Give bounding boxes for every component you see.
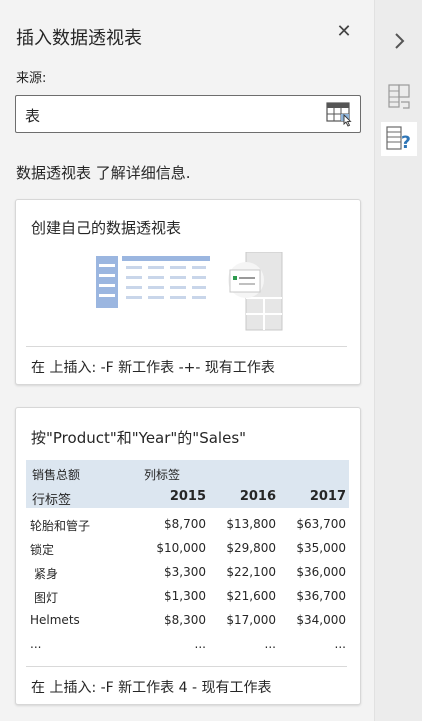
learn-more-link[interactable]: 数据透视表 了解详细信息. [16, 162, 191, 183]
table-row: Helmets $8,300 $17,000 $34,000 [26, 608, 349, 632]
ellipsis: ... [334, 637, 346, 651]
row-label: 锁定 [30, 543, 55, 557]
ellipsis-row: ... ... ... ... [26, 632, 349, 656]
cell-value: $1,300 [164, 589, 206, 603]
value-field-label: 销售总额 [32, 468, 81, 482]
pivot-fields-icon[interactable] [381, 80, 417, 114]
cell-value: $3,300 [164, 565, 206, 579]
pane-title: 插入数据透视表 [16, 28, 142, 49]
table-row: 紧身 $3,300 $22,100 $36,000 [26, 560, 349, 584]
table-row: 图灯 $1,300 $21,600 $36,700 [26, 584, 349, 608]
select-range-icon[interactable] [326, 101, 354, 127]
year-header: 2016 [239, 489, 276, 504]
pivot-illustration-icon [96, 251, 286, 338]
row-label: Helmets [30, 613, 80, 627]
cell-value: $36,000 [296, 565, 346, 579]
pivot-header: 销售总额 列标签 行标签 2015 2016 2017 [26, 460, 349, 508]
cell-value: $10,000 [156, 541, 206, 555]
year-header: 2017 [309, 489, 346, 504]
cell-value: $21,600 [226, 589, 276, 603]
card-divider [26, 346, 347, 347]
card-title: 创建自己的数据透视表 [31, 219, 182, 237]
create-own-pivot-card[interactable]: 创建自己的数据透视表 在 上插入: -F 新工作表 -+- 现有工作表 [15, 199, 361, 385]
source-value: 表 [25, 107, 41, 125]
column-labels-header: 列标签 [144, 468, 181, 482]
svg-text:?: ? [401, 133, 411, 153]
cell-value: $35,000 [296, 541, 346, 555]
row-label: 轮胎和管子 [30, 519, 91, 533]
ellipsis: ... [264, 637, 276, 651]
close-icon[interactable]: ✕ [334, 22, 354, 42]
pivot-preview-table: 销售总额 列标签 行标签 2015 2016 2017 轮胎和管子 $8,700… [26, 460, 349, 656]
cell-value: $29,800 [226, 541, 276, 555]
cell-value: $34,000 [296, 613, 346, 627]
recommended-pivot-card[interactable]: 按"Product"和"Year"的"Sales" 销售总额 列标签 行标签 2… [15, 407, 361, 705]
ellipsis: ... [30, 637, 42, 651]
insert-location-text: 在 上插入: -F 新工作表 4 - 现有工作表 [31, 680, 272, 696]
card-divider [26, 666, 347, 667]
cell-value: $63,700 [296, 517, 346, 531]
card-title: 按"Product"和"Year"的"Sales" [31, 429, 247, 447]
table-row: 轮胎和管子 $8,700 $13,800 $63,700 [26, 512, 349, 536]
task-pane-rail: ? [374, 0, 422, 721]
ellipsis: ... [194, 637, 206, 651]
recommended-pivot-icon[interactable]: ? [381, 122, 417, 156]
year-header: 2015 [169, 489, 206, 504]
insert-location-text: 在 上插入: -F 新工作表 -+- 现有工作表 [31, 360, 275, 376]
cell-value: $8,700 [164, 517, 206, 531]
chevron-right-icon[interactable] [381, 24, 417, 58]
cell-value: $36,700 [296, 589, 346, 603]
cell-value: $8,300 [164, 613, 206, 627]
row-label: 图灯 [34, 591, 59, 605]
row-label: 紧身 [34, 567, 59, 581]
row-labels-header: 行标签 [32, 493, 72, 508]
source-input[interactable]: 表 [15, 95, 361, 133]
cell-value: $17,000 [226, 613, 276, 627]
source-label: 来源: [16, 71, 47, 86]
insert-pivottable-pane: 插入数据透视表 ✕ 来源: 表 数据透视表 了解详细信息. 创建自己的数据透视表 [0, 0, 374, 721]
cell-value: $13,800 [226, 517, 276, 531]
cell-value: $22,100 [226, 565, 276, 579]
table-row: 锁定 $10,000 $29,800 $35,000 [26, 536, 349, 560]
